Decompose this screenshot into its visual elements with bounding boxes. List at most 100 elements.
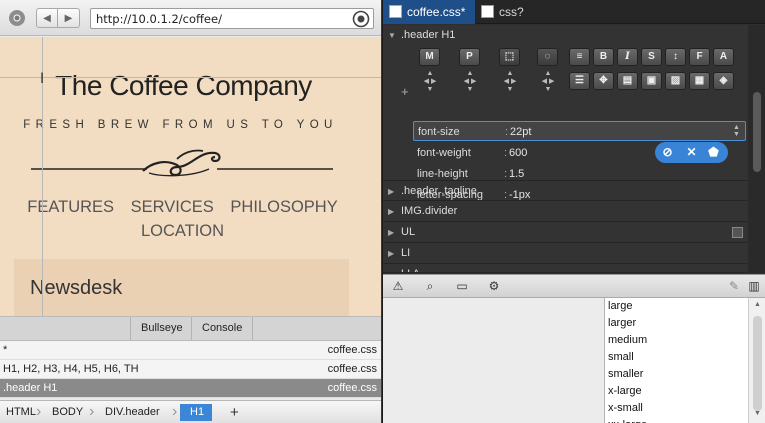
bottom-tab-bar: Bullseye Console [0, 316, 381, 341]
warning-icon[interactable]: ⚠ [389, 278, 407, 295]
rule-row[interactable]: * coffee.css [0, 341, 381, 360]
tab-bullseye[interactable]: Bullseye [130, 317, 193, 340]
image-icon[interactable]: ▣ [641, 72, 662, 90]
font-family-button[interactable]: F [689, 48, 710, 66]
chevron-right-icon: ▶ [388, 249, 395, 258]
tab-console[interactable]: Console [191, 317, 254, 340]
site-nav: FEATURES SERVICES PHILOSOPHY LOCATION [0, 195, 365, 243]
newsdesk-section: Newsdesk [14, 259, 349, 316]
guide-line-horizontal [0, 77, 381, 78]
inline-editor: coffee.css* css? ▼ .header H1 + M ▲ ◀ ▶ ▼ … [382, 0, 765, 423]
align-left-icon[interactable]: ≡ [569, 48, 590, 66]
hint-item[interactable]: larger [605, 315, 748, 332]
editor-scrollbar[interactable] [748, 25, 765, 273]
tab-coffee-css[interactable]: coffee.css* [383, 0, 475, 24]
breadcrumb: HTML › BODY › DIV.header › H1 + [0, 400, 381, 423]
add-icon[interactable]: + [401, 84, 409, 99]
text-color-icon[interactable]: A [713, 48, 734, 66]
effects-icon[interactable]: ◈ [713, 72, 734, 90]
crumb-div-header[interactable]: DIV.header [101, 404, 164, 421]
selector-row-header-h1[interactable]: ▼ .header H1 [383, 25, 747, 46]
browser-toolbar: ◀ ▶ http://10.0.1.2/coffee/ [0, 0, 381, 36]
layout-icon[interactable]: ▤ [617, 72, 638, 90]
chevron-right-icon: › [36, 403, 42, 420]
font-size-button[interactable]: S [641, 48, 662, 66]
scrollbar-thumb[interactable] [753, 316, 762, 411]
prop-value[interactable]: 22pt [505, 122, 532, 143]
browser-logo-icon [6, 8, 28, 28]
crumb-html[interactable]: HTML [2, 404, 40, 421]
line-height-icon[interactable]: ↕ [665, 48, 686, 66]
radius-arrows-icon[interactable]: ▲ ◀ ▶ ▼ [533, 70, 563, 96]
url-input[interactable]: http://10.0.1.2/coffee/ [90, 8, 374, 29]
scrollbar-thumb[interactable] [753, 92, 761, 172]
rule-row[interactable]: H1, H2, H3, H4, H5, H6, TH coffee.css [0, 360, 381, 379]
site-title[interactable]: The Coffee Company [0, 70, 367, 102]
padding-tool-button[interactable]: P [459, 48, 480, 66]
nav-philosophy[interactable]: PHILOSOPHY [230, 198, 337, 216]
browser-pane: ◀ ▶ http://10.0.1.2/coffee/ Newsdesk The… [0, 0, 381, 423]
nav-location[interactable]: LOCATION [141, 222, 224, 240]
chevron-down-icon: ▼ [388, 31, 396, 40]
settings-icon[interactable]: ⚙ [485, 278, 503, 295]
editor-tab-bar: coffee.css* css? [383, 0, 765, 24]
nav-features[interactable]: FEATURES [27, 198, 114, 216]
search-icon[interactable]: ⌕ [421, 278, 439, 295]
selector-row-img-divider[interactable]: ▶ IMG.divider [383, 201, 747, 222]
selector-name: .header .tagline [401, 185, 477, 197]
table-icon[interactable]: ▦ [689, 72, 710, 90]
scroll-up-icon[interactable]: ▲ [754, 301, 761, 308]
move-icon[interactable]: ✥ [593, 72, 614, 90]
site-tagline: FRESH BREW FROM US TO YOU [23, 119, 338, 131]
tab-css-unsaved[interactable]: css? [475, 0, 545, 24]
prop-font-size[interactable]: font-size 22pt ▲▼ [413, 121, 746, 143]
crumb-body[interactable]: BODY [48, 404, 87, 421]
margin-tool-button[interactable]: M [419, 48, 440, 66]
add-icon[interactable]: + [226, 404, 243, 421]
bold-button[interactable]: B [593, 48, 614, 66]
prop-font-weight[interactable]: font-weight 600 [417, 143, 747, 164]
css-rules-list: * coffee.css H1, H2, H3, H4, H5, H6, TH … [0, 341, 381, 398]
prop-value[interactable]: 600 [504, 143, 527, 164]
border-tool-button[interactable]: ⬚ [499, 48, 520, 66]
rule-file[interactable]: coffee.css [328, 360, 377, 379]
selector-row-li-a[interactable]: ▶ LI A [383, 264, 747, 273]
rule-file[interactable]: coffee.css [328, 379, 377, 398]
hint-scrollbar[interactable]: ▲ ▼ [748, 298, 765, 423]
back-button[interactable]: ◀ [36, 8, 58, 28]
crumb-h1[interactable]: H1 [180, 404, 213, 421]
padding-arrows-icon[interactable]: ▲ ◀ ▶ ▼ [455, 70, 485, 96]
tab-label: css? [499, 5, 524, 19]
scroll-down-icon[interactable]: ▼ [754, 410, 761, 417]
rule-file[interactable]: coffee.css [328, 341, 377, 360]
rule-selector: * [3, 344, 8, 356]
text-cursor-icon: I [40, 71, 45, 87]
background-image-icon[interactable]: ▨ [665, 72, 686, 90]
forward-button[interactable]: ▶ [58, 8, 80, 28]
nav-services[interactable]: SERVICES [131, 198, 214, 216]
selector-name: LI A [401, 264, 420, 272]
selector-row-li[interactable]: ▶ LI [383, 243, 747, 264]
page-viewport[interactable]: Newsdesk The Coffee Company FRESH BREW F… [0, 37, 381, 316]
hint-item[interactable]: smaller [605, 366, 748, 383]
border-arrows-icon[interactable]: ▲ ◀ ▶ ▼ [495, 70, 525, 96]
hint-item[interactable]: xx-large [605, 417, 748, 423]
selector-row-ul[interactable]: ▶ UL [383, 222, 747, 243]
radius-tool-button[interactable]: ◌ [537, 48, 558, 66]
selector-row-header-tagline[interactable]: ▶ .header .tagline [383, 180, 747, 201]
hint-item[interactable]: large [605, 298, 748, 315]
list-icon[interactable]: ☰ [569, 72, 590, 90]
hint-item[interactable]: x-small [605, 400, 748, 417]
margin-arrows-icon[interactable]: ▲ ◀ ▶ ▼ [415, 70, 445, 96]
stepper-icon[interactable]: ▲ ▼ [733, 124, 742, 138]
eyedropper-icon[interactable]: ✎ [725, 278, 743, 295]
rule-row-selected[interactable]: .header H1 coffee.css [0, 379, 381, 398]
layout-toggle-icon[interactable] [732, 227, 743, 238]
hint-item[interactable]: medium [605, 332, 748, 349]
sidebar-toggle-icon[interactable]: ▥ [745, 278, 763, 295]
hint-item[interactable]: small [605, 349, 748, 366]
target-icon[interactable] [352, 10, 370, 28]
hint-item[interactable]: x-large [605, 383, 748, 400]
italic-button[interactable]: I [617, 48, 638, 66]
panel-icon[interactable]: ▭ [453, 278, 471, 295]
